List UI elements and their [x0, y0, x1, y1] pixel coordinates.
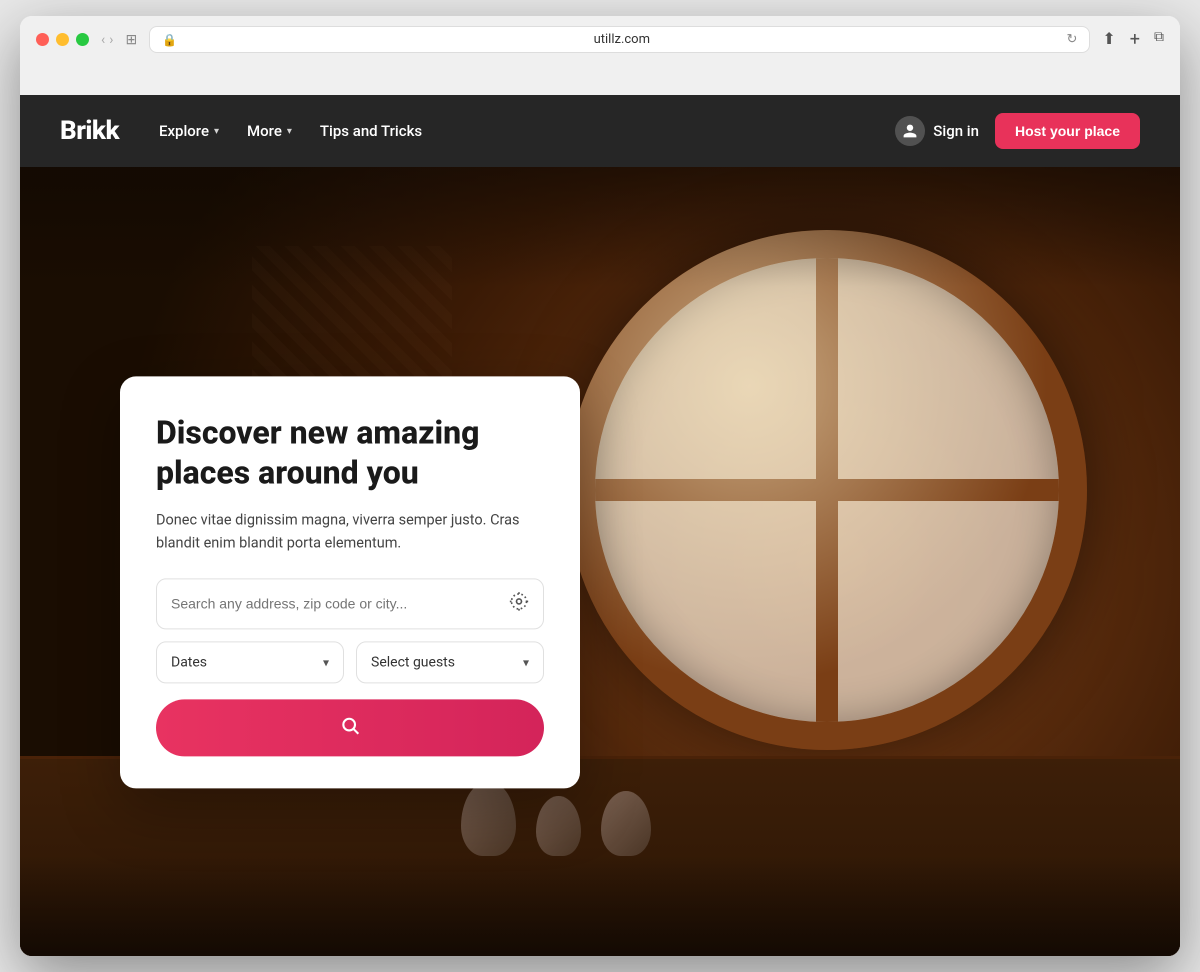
sign-in-label: Sign in	[933, 122, 979, 140]
search-card: Discover new amazing places around you D…	[120, 376, 580, 788]
traffic-lights	[36, 33, 89, 46]
location-target-icon[interactable]	[509, 591, 529, 616]
search-filters: Dates ▾ Select guests ▾	[156, 641, 544, 683]
nav-explore[interactable]: Explore ▾	[159, 122, 219, 140]
guests-dropdown[interactable]: Select guests ▾	[356, 641, 544, 683]
website: Brikk Explore ▾ More ▾ Tips and Tricks	[20, 95, 1180, 956]
nav-arrows: ‹ ›	[101, 32, 113, 48]
round-window-decoration	[567, 230, 1087, 750]
hero-title: Discover new amazing places around you	[156, 412, 544, 492]
more-chevron-icon: ▾	[287, 126, 292, 137]
site-logo[interactable]: Brikk	[60, 116, 119, 146]
traffic-light-red[interactable]	[36, 33, 49, 46]
explore-chevron-icon: ▾	[214, 126, 219, 137]
address-search-field[interactable]	[156, 578, 544, 629]
vase-1	[461, 781, 516, 856]
share-icon[interactable]: ⬆	[1102, 29, 1115, 50]
forward-button[interactable]: ›	[109, 32, 113, 48]
browser-window: ‹ › ⊞ 🔒 utillz.com ↻ ⬆ + ⧉ Brikk Ex	[20, 16, 1180, 956]
dates-chevron-icon: ▾	[323, 655, 329, 669]
nav-links: Explore ▾ More ▾ Tips and Tricks	[159, 122, 895, 140]
url-display: utillz.com	[185, 32, 1058, 47]
browser-chrome: ‹ › ⊞ 🔒 utillz.com ↻ ⬆ + ⧉	[20, 16, 1180, 95]
address-bar[interactable]: 🔒 utillz.com ↻	[149, 26, 1090, 53]
refresh-icon[interactable]: ↻	[1066, 32, 1077, 47]
host-place-button[interactable]: Host your place	[995, 113, 1140, 149]
dates-label: Dates	[171, 654, 207, 670]
vase-3	[601, 791, 651, 856]
sidebar-toggle-icon[interactable]: ⊞	[125, 32, 137, 48]
hero-section: 🌿 Discover new amazing places around you…	[20, 167, 1180, 956]
hero-description: Donec vitae dignissim magna, viverra sem…	[156, 508, 544, 554]
new-tab-icon[interactable]: +	[1130, 29, 1140, 50]
browser-actions: ⬆ + ⧉	[1102, 29, 1164, 50]
user-icon	[895, 116, 925, 146]
nav-more[interactable]: More ▾	[247, 122, 292, 140]
vase-2	[536, 796, 581, 856]
address-input[interactable]	[171, 596, 499, 612]
windows-icon[interactable]: ⧉	[1154, 29, 1164, 50]
nav-right: Sign in Host your place	[895, 113, 1140, 149]
lock-icon: 🔒	[162, 33, 177, 47]
traffic-light-green[interactable]	[76, 33, 89, 46]
nav-tips[interactable]: Tips and Tricks	[320, 122, 422, 140]
sign-in-button[interactable]: Sign in	[895, 116, 979, 146]
guests-chevron-icon: ▾	[523, 655, 529, 669]
back-button[interactable]: ‹	[101, 32, 105, 48]
dates-dropdown[interactable]: Dates ▾	[156, 641, 344, 683]
site-nav: Brikk Explore ▾ More ▾ Tips and Tricks	[20, 95, 1180, 167]
guests-label: Select guests	[371, 654, 455, 670]
search-icon	[340, 715, 360, 740]
traffic-light-yellow[interactable]	[56, 33, 69, 46]
vase-container	[461, 781, 651, 856]
search-button[interactable]	[156, 699, 544, 756]
